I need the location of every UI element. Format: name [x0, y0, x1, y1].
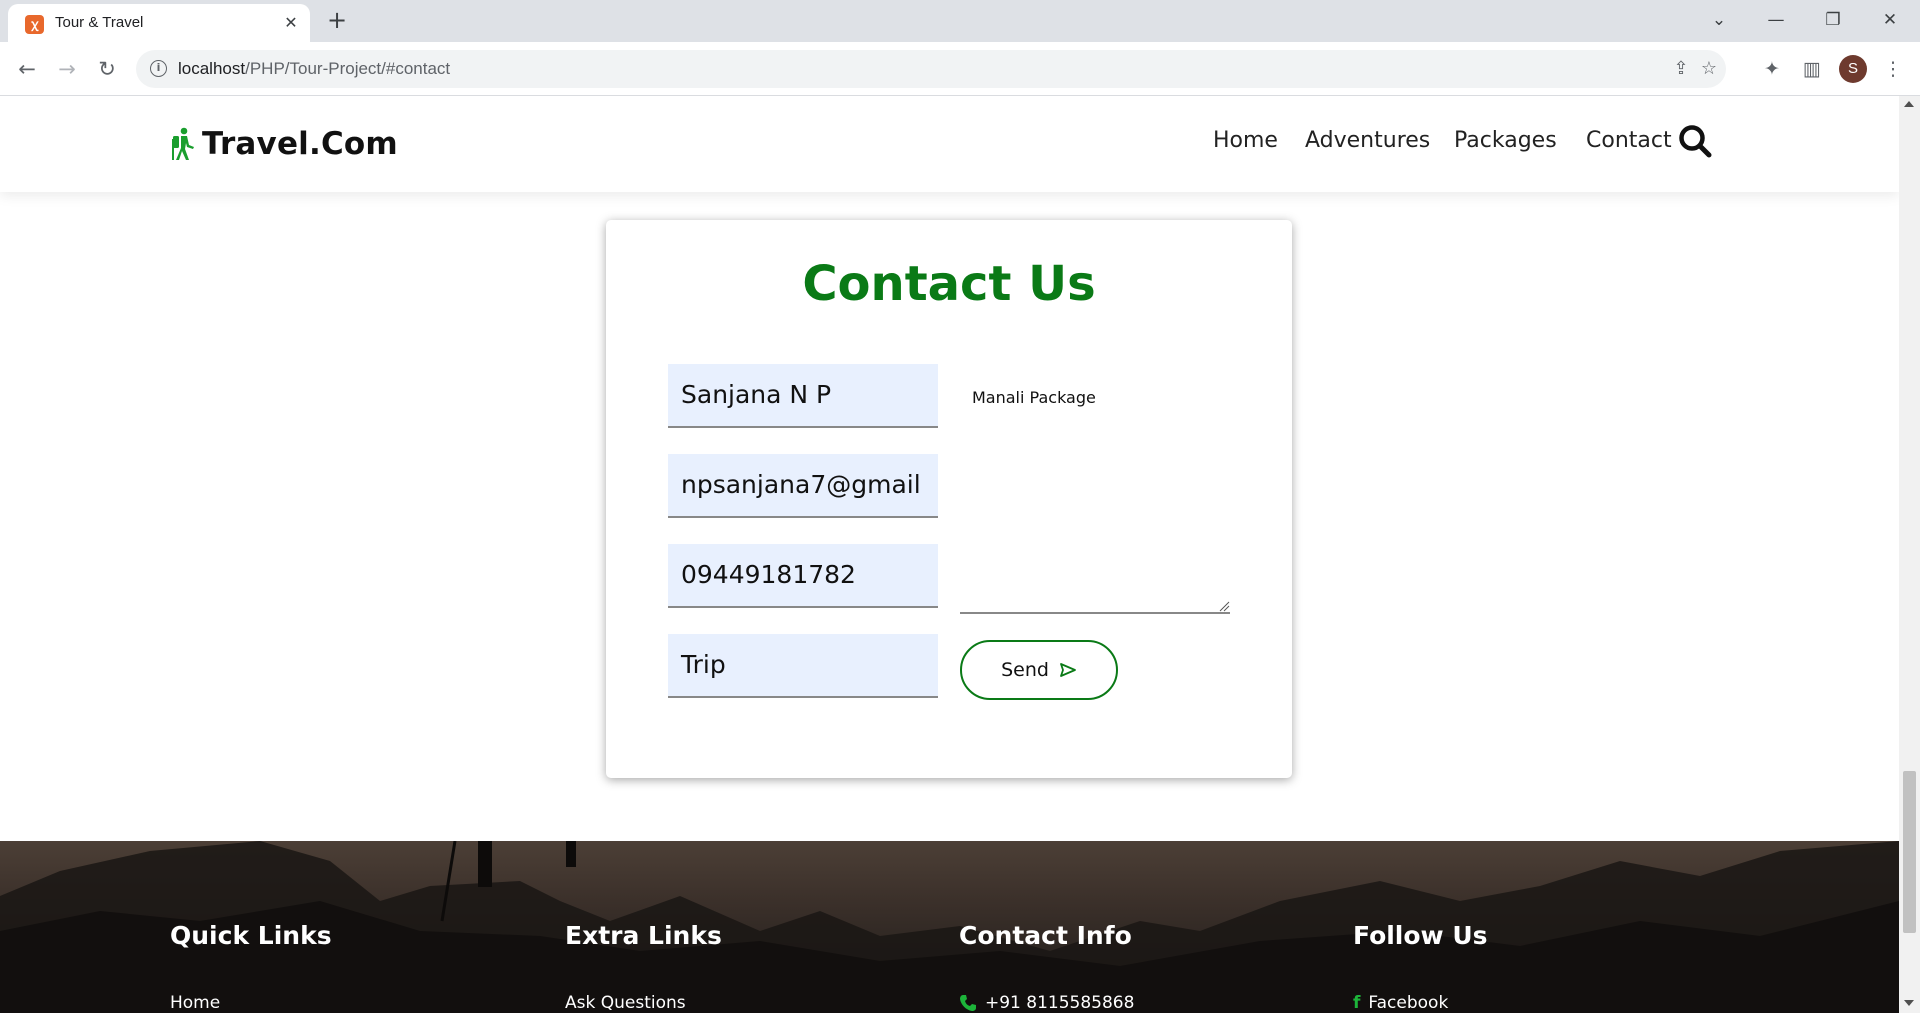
back-arrow-icon[interactable]: ← — [12, 54, 42, 84]
name-field-value: Sanjana N P — [681, 380, 832, 409]
resize-handle-icon[interactable] — [1218, 600, 1230, 612]
name-field[interactable]: Sanjana N P — [668, 364, 938, 428]
site-header: Travel.Com Home Adventures Packages Cont… — [0, 96, 1899, 192]
footer-link-home[interactable]: Home — [170, 993, 220, 1013]
logo-text: Travel.Com — [202, 126, 398, 162]
page-viewport: Travel.Com Home Adventures Packages Cont… — [0, 96, 1899, 1013]
phone-field-value: 09449181782 — [681, 560, 856, 589]
footer-heading-quick-links: Quick Links — [170, 921, 332, 950]
close-tab-icon[interactable]: ✕ — [280, 12, 302, 34]
url-host: localhost — [178, 59, 246, 78]
subject-field[interactable]: Trip — [668, 634, 938, 698]
footer-link-ask-questions-label: Ask Questions — [565, 993, 686, 1013]
tab-search-chevron-icon[interactable]: ⌄ — [1702, 6, 1736, 34]
footer-heading-contact-info: Contact Info — [959, 921, 1132, 950]
footer-link-ask-questions[interactable]: Ask Questions — [565, 993, 686, 1013]
search-icon[interactable] — [1677, 123, 1713, 159]
footer-phone[interactable]: +91 8115585868 — [959, 993, 1134, 1013]
subject-field-value: Trip — [681, 650, 726, 679]
profile-avatar[interactable]: S — [1839, 55, 1867, 83]
address-bar[interactable]: i localhost/PHP/Tour-Project/#contact ⇪ … — [136, 50, 1726, 88]
footer-heading-follow-us: Follow Us — [1353, 921, 1488, 950]
bookmark-star-icon[interactable]: ☆ — [1696, 56, 1722, 82]
xampp-favicon-icon: ꭓ — [25, 15, 44, 34]
send-button[interactable]: Send — [960, 640, 1118, 700]
scroll-thumb[interactable] — [1903, 771, 1916, 933]
footer-link-facebook[interactable]: f Facebook — [1353, 993, 1448, 1013]
reload-icon[interactable]: ↻ — [92, 54, 122, 84]
footer-phone-number: +91 8115585868 — [985, 993, 1135, 1013]
browser-toolbar: ← → ↻ i localhost/PHP/Tour-Project/#cont… — [0, 42, 1920, 96]
contact-title: Contact Us — [802, 256, 1096, 312]
side-panel-icon[interactable]: ▥ — [1797, 54, 1827, 84]
footer-follow-us: Follow Us f Facebook — [1353, 921, 1488, 1013]
footer-quick-links: Quick Links Home — [170, 921, 332, 1013]
email-field[interactable]: npsanjana7@gmail — [668, 454, 938, 518]
nav-packages[interactable]: Packages — [1454, 128, 1557, 153]
email-field-value: npsanjana7@gmail — [681, 470, 921, 499]
more-menu-icon[interactable]: ⋮ — [1878, 54, 1908, 84]
nav-contact[interactable]: Contact — [1586, 128, 1672, 153]
url-text[interactable]: localhost/PHP/Tour-Project/#contact — [178, 59, 450, 79]
send-button-label: Send — [1001, 659, 1049, 681]
share-icon[interactable]: ⇪ — [1668, 56, 1694, 82]
nav-adventures[interactable]: Adventures — [1305, 128, 1430, 153]
restore-button[interactable]: ❐ — [1816, 6, 1850, 34]
hiker-icon — [172, 127, 194, 160]
scroll-down-arrow-icon[interactable] — [1904, 1000, 1914, 1006]
contact-form-card: Contact Us Sanjana N P npsanjana7@gmail … — [606, 220, 1292, 778]
footer-heading-extra-links: Extra Links — [565, 921, 722, 950]
send-arrow-icon — [1060, 663, 1076, 677]
close-window-button[interactable]: ✕ — [1873, 6, 1907, 34]
message-textarea[interactable]: Manali Package — [960, 368, 1230, 614]
scroll-up-arrow-icon[interactable] — [1904, 101, 1914, 107]
browser-tab-strip: ꭓ Tour & Travel ✕ + ⌄ — ❐ ✕ — [0, 0, 1920, 42]
footer-link-facebook-label: Facebook — [1368, 993, 1449, 1013]
footer-contact-info: Contact Info +91 8115585868 — [959, 921, 1134, 1013]
tab-title: Tour & Travel — [55, 14, 144, 31]
page-scrollbar[interactable] — [1899, 96, 1920, 1013]
footer-extra-links: Extra Links Ask Questions — [565, 921, 722, 1013]
forward-arrow-icon[interactable]: → — [52, 54, 82, 84]
site-logo[interactable]: Travel.Com — [170, 124, 398, 164]
site-info-icon[interactable]: i — [150, 60, 167, 77]
new-tab-button[interactable]: + — [323, 7, 351, 35]
site-footer: Quick Links Home Extra Links Ask Questio… — [0, 841, 1899, 1013]
message-value: Manali Package — [972, 388, 1096, 407]
phone-icon — [960, 995, 976, 1011]
facebook-icon: f — [1353, 993, 1361, 1013]
browser-tab[interactable]: ꭓ Tour & Travel ✕ — [8, 4, 310, 42]
minimize-button[interactable]: — — [1759, 6, 1793, 34]
extensions-puzzle-icon[interactable]: ✦ — [1757, 54, 1787, 84]
nav-home[interactable]: Home — [1213, 128, 1278, 153]
phone-field[interactable]: 09449181782 — [668, 544, 938, 608]
footer-link-home-label: Home — [170, 993, 221, 1013]
url-path: /PHP/Tour-Project/#contact — [245, 59, 451, 78]
